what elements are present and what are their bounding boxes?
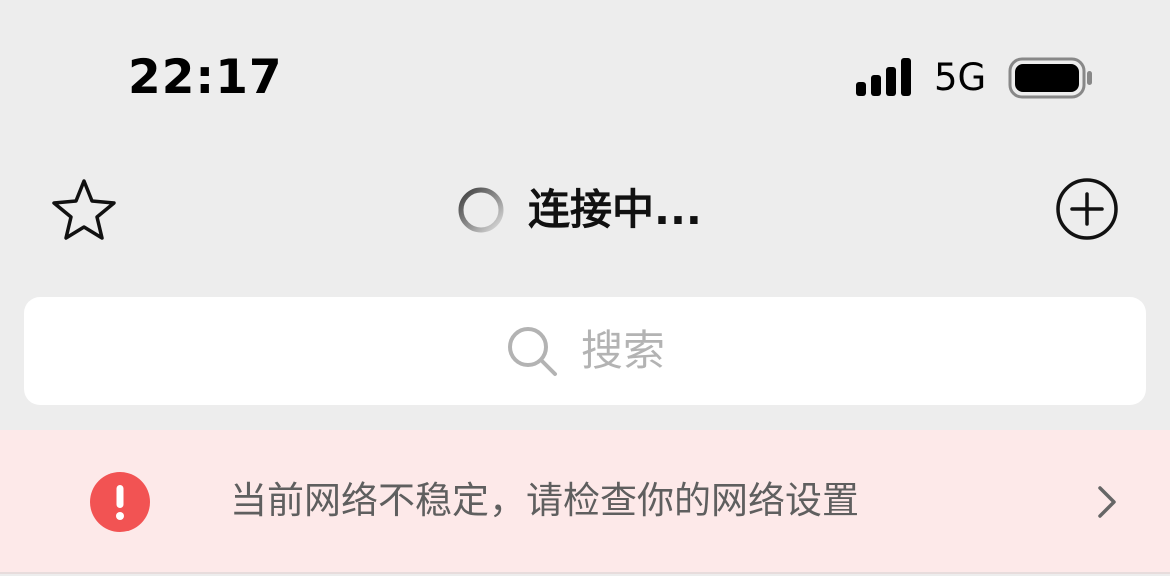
spinner-icon	[458, 187, 504, 233]
star-icon[interactable]	[50, 176, 118, 242]
page-title: 连接中...	[528, 185, 702, 234]
status-bar: 22:17 5G	[0, 0, 1170, 150]
connection-status: 连接中...	[456, 180, 702, 240]
nav-bar: 连接中...	[0, 150, 1170, 270]
battery-icon	[1008, 57, 1092, 99]
network-type: 5G	[934, 56, 987, 99]
search-placeholder: 搜索	[580, 326, 665, 375]
exclamation-circle-icon	[90, 472, 150, 532]
alert-message: 当前网络不稳定，请检查你的网络设置	[230, 479, 859, 522]
search-icon	[507, 327, 557, 376]
status-time: 22:17	[128, 50, 283, 105]
plus-circle-icon[interactable]	[1054, 176, 1120, 242]
network-alert-banner[interactable]: 当前网络不稳定，请检查你的网络设置	[0, 430, 1170, 574]
search-input[interactable]: 搜索	[24, 297, 1146, 405]
chevron-right-icon	[1098, 486, 1116, 518]
signal-icon	[856, 58, 911, 96]
